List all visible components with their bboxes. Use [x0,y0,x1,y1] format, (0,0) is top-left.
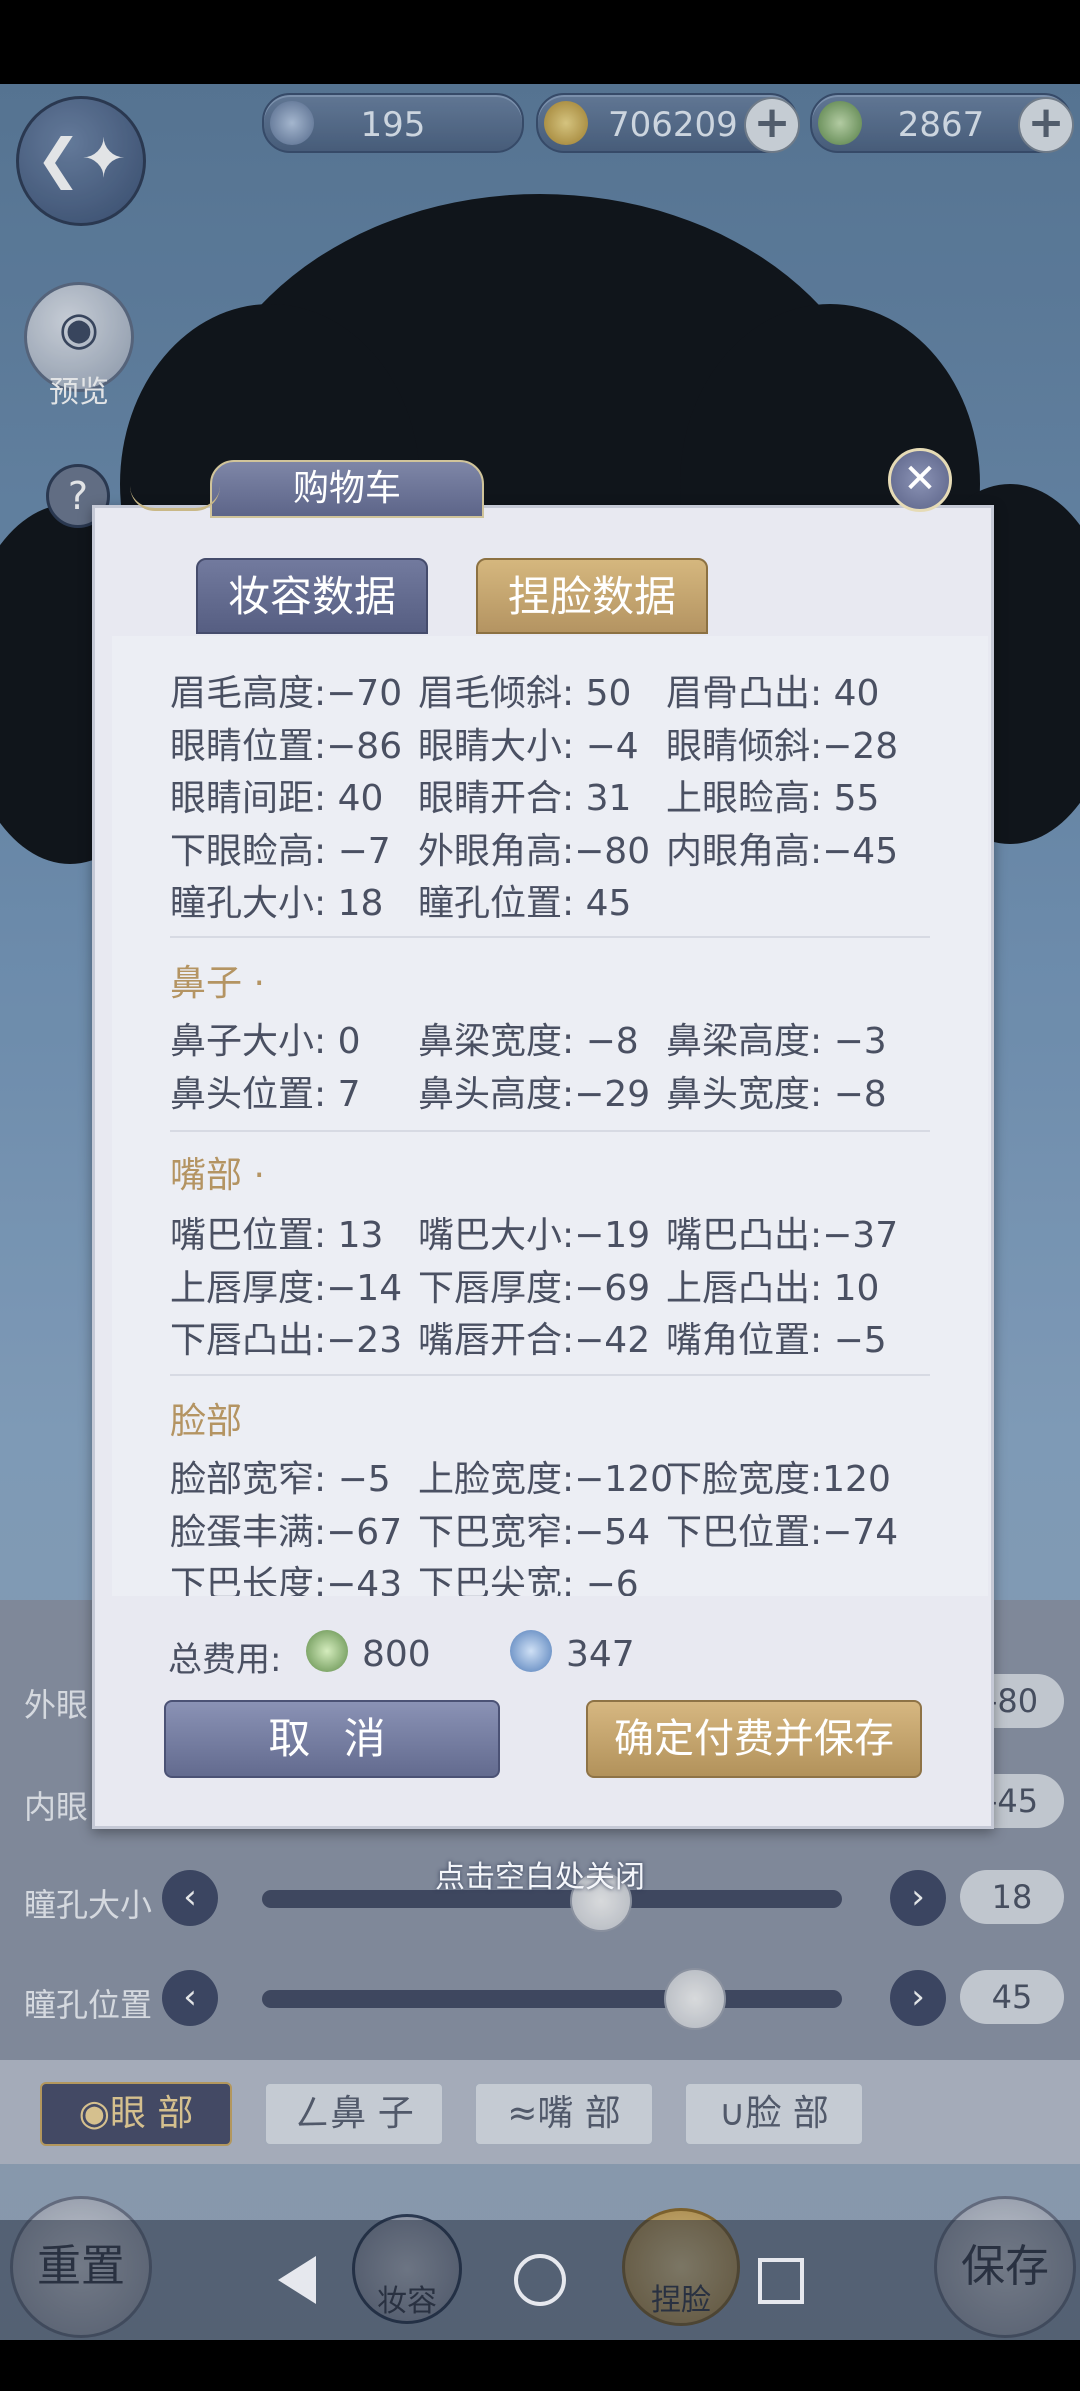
face-param-value: 眼睛大小: −4 [418,725,639,767]
face-param-value: 下脸宽度:120 [666,1459,891,1500]
face-param-value: 鼻子大小: 0 [170,1021,361,1062]
total-jade: 347 [566,1634,635,1675]
section-mouth-heading: 嘴部 · [170,1155,265,1196]
face-param-value: 下唇厚度:−69 [418,1267,651,1309]
face-param-value: 眉毛倾斜: 50 [418,673,632,714]
face-param-value: 外眼角高:−80 [418,830,651,872]
nav-back-icon[interactable] [278,2256,316,2304]
face-param-value: 嘴唇开合:−42 [418,1320,651,1361]
face-param-value: 上眼睑高: 55 [666,778,880,819]
face-param-value: 鼻梁宽度: −8 [418,1021,639,1062]
face-param-value: 嘴角位置: −5 [666,1320,887,1361]
confirm-pay-save-button[interactable]: 确定付费并保存 [586,1700,922,1778]
face-data-list[interactable]: 眉毛高度:−70 眉毛倾斜: 50 眉骨凸出: 40 眼睛位置:−86 眼睛大小: −4… [112,636,988,1596]
divider [170,1130,930,1132]
close-icon: ✕ [903,456,937,502]
face-param-value: 脸蛋丰满:−67 [170,1511,403,1553]
face-param-value: 下巴位置:−74 [666,1511,899,1553]
face-param-value: 瞳孔大小: 18 [170,883,384,924]
face-param-value: 鼻头位置: 7 [170,1074,361,1115]
face-param-value: 嘴巴凸出:−37 [666,1215,899,1256]
face-param-value: 上唇厚度:−14 [170,1267,403,1309]
face-param-value: 瞳孔位置: 45 [418,883,632,924]
cancel-button[interactable]: 取 消 [164,1700,500,1778]
face-param-value: 嘴巴位置: 13 [170,1215,384,1256]
face-param-value: 眉骨凸出: 40 [666,673,880,714]
divider [170,1374,930,1376]
tap-outside-hint: 点击空白处关闭 [435,1860,645,1895]
tab-makeup-data[interactable]: 妆容数据 [196,558,428,634]
nav-recents-icon[interactable] [758,2258,804,2304]
face-param-value: 眼睛间距: 40 [170,778,384,819]
face-param-value: 上脸宽度:−120 [418,1459,674,1500]
section-face-heading: 脸部 [170,1401,243,1442]
face-param-value: 下巴尖宽: −6 [418,1564,639,1596]
face-param-value: 下巴宽窄:−54 [418,1511,651,1553]
face-param-value: 下唇凸出:−23 [170,1320,403,1361]
face-param-value: 内眼角高:−45 [666,830,899,872]
eye-rows: 眉毛高度:−70 眉毛倾斜: 50 眉骨凸出: 40 眼睛位置:−86 眼睛大小: −4… [170,664,898,924]
face-param-value: 眼睛位置:−86 [170,725,403,767]
face-param-value: 上唇凸出: 10 [666,1267,880,1309]
status-bar [0,0,1080,84]
dialog-title: 购物车 [210,460,484,518]
token-icon [306,1630,348,1672]
title-ornament-icon [130,486,220,511]
total-tokens: 800 [362,1634,431,1675]
nav-home-icon[interactable] [514,2254,566,2306]
face-param-value: 下巴长度:−43 [170,1564,403,1596]
face-param-value: 眼睛开合: 31 [418,778,632,819]
total-cost-label: 总费用: [168,1640,282,1680]
face-param-value: 眼睛倾斜:−28 [666,725,899,767]
face-param-value: 鼻头高度:−29 [418,1074,651,1115]
close-dialog-button[interactable]: ✕ [888,448,952,512]
face-param-value: 嘴巴大小:−19 [418,1215,651,1256]
face-param-value: 下眼睑高: −7 [170,830,391,872]
tab-face-data[interactable]: 捏脸数据 [476,558,708,634]
section-nose-heading: 鼻子 · [170,963,265,1004]
face-param-value: 鼻梁高度: −3 [666,1021,887,1062]
jade-icon [510,1630,552,1672]
face-param-value: 脸部宽窄: −5 [170,1459,391,1500]
face-param-value: 眉毛高度:−70 [170,673,403,714]
face-param-value: 鼻头宽度: −8 [666,1074,887,1115]
divider [170,936,930,938]
